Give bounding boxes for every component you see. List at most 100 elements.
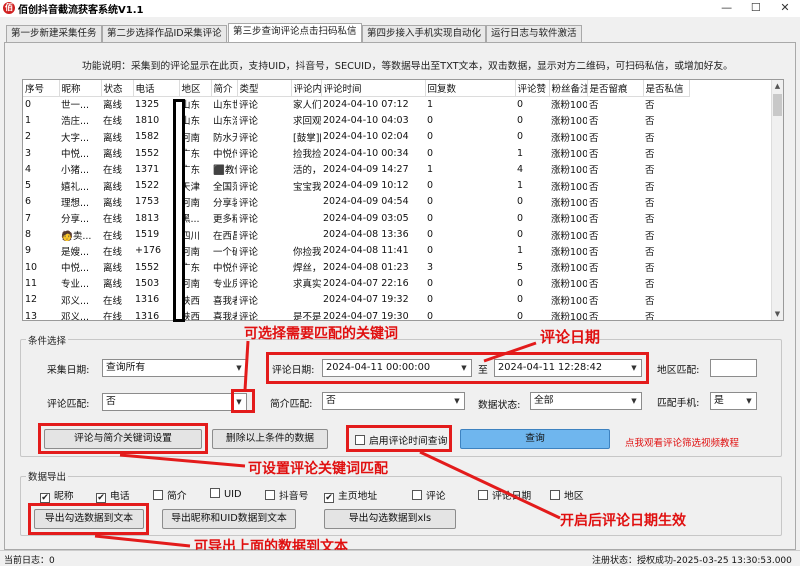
window-title: 佰创抖音截流获客系统V1.1 <box>18 5 144 16</box>
table-row[interactable]: 6理想...离线17535928河南分享装修...评论2024-04-09 04… <box>23 194 773 210</box>
column-header[interactable]: 回复数 <box>425 80 516 97</box>
comments-table[interactable]: 序号昵称状态电话地区简介类型评论内容评论时间回复数评论赞粉丝备注是否留痕是否私信… <box>22 79 784 321</box>
table-cell: 否 <box>589 165 599 177</box>
scroll-up-icon[interactable]: ▲ <box>772 80 783 92</box>
maximize-icon[interactable]: ☐ <box>743 0 769 16</box>
table-row[interactable]: 9是嫂...在线+176339331河南一个破卖...评论你捡我捡，双向奔赴..… <box>23 243 773 259</box>
export-check-phone[interactable]: ✔ 电话 <box>96 488 130 503</box>
table-cell: 1 <box>517 245 524 257</box>
tab-step3[interactable]: 第三步查询评论点击扫码私信 <box>228 23 362 42</box>
column-header[interactable]: 评论内容 <box>291 80 322 97</box>
table-row[interactable]: 4小猪...在线13718189广东⬛教做...评论活的，活的捡[抱抱你]202… <box>23 161 773 177</box>
table-row[interactable]: 8🧑卖...在线15195707四川在西昌从...评论2024-04-08 13… <box>23 226 773 242</box>
annotation-box-export-button <box>28 503 149 535</box>
tab-step2[interactable]: 第二步选择作品ID采集评论 <box>102 25 227 42</box>
phone-prefix: 1316 <box>135 310 160 321</box>
export-check-comment-date[interactable]: 评论日期 <box>478 488 531 502</box>
table-cell: 宝宝我秒回 点了吱... <box>293 181 321 193</box>
table-row[interactable]: 3中悦...离线15522260广东中悦传媒...评论捡我捡我，鲜活乱跳...2… <box>23 145 773 161</box>
column-header[interactable]: 电话 <box>133 80 180 97</box>
column-header[interactable]: 昵称 <box>59 80 102 97</box>
table-cell: 评论 <box>239 181 259 193</box>
status-bar: 当前日志：0 注册状态：授权成功-2025-03-25 13:30:53.000 <box>0 550 800 566</box>
table-cell: 0 <box>427 147 434 159</box>
query-button[interactable]: 查询 <box>460 429 610 449</box>
minimize-icon[interactable]: — <box>714 0 740 16</box>
scroll-down-icon[interactable]: ▼ <box>772 308 783 320</box>
column-header[interactable]: 是否私信 <box>643 80 690 97</box>
column-header[interactable]: 粉丝备注 <box>549 80 588 97</box>
table-cell: 分享装修... <box>213 197 237 209</box>
table-vertical-scrollbar[interactable]: ▲ ▼ <box>771 80 783 320</box>
phone-prefix: 1552 <box>135 261 160 273</box>
column-header[interactable]: 地区 <box>179 80 212 97</box>
column-header[interactable]: 状态 <box>101 80 134 97</box>
table-row[interactable]: 11专业...离线15036295河南专业房屋...评论求真实有效粉丝，我...… <box>23 275 773 291</box>
column-header[interactable]: 类型 <box>237 80 292 97</box>
column-header[interactable]: 评论时间 <box>321 80 426 97</box>
column-header[interactable]: 评论赞 <box>515 80 550 97</box>
table-row[interactable]: 2大字...离线15823409河南防水无忧...评论[鼓掌][鼓掌][鼓掌]2… <box>23 129 773 145</box>
table-cell: 焊丝，捡我回家好吗... <box>293 263 321 275</box>
table-cell: 否 <box>645 181 655 193</box>
table-row[interactable]: 12邓义...在线13165371陕西喜我者，...评论2024-04-07 1… <box>23 292 773 308</box>
table-cell: 分享... <box>61 214 90 226</box>
table-row[interactable]: 0世一...离线13253563山东山东世一...评论家人们建议你们多和...2… <box>23 96 773 112</box>
collect-date-select[interactable]: 查询所有 ▼ <box>102 359 247 377</box>
table-cell: 离线 <box>103 100 123 112</box>
export-check-region[interactable]: 地区 <box>550 488 584 502</box>
table-cell: 4 <box>517 163 524 175</box>
tab-step4[interactable]: 第四步接入手机实现自动化 <box>362 25 487 42</box>
export-check-nickname[interactable]: ✔ 昵称 <box>40 488 74 503</box>
app-logo-icon: 佰 <box>3 2 15 14</box>
export-check-intro[interactable]: 简介 <box>153 488 187 502</box>
table-cell: 否 <box>645 149 655 161</box>
data-state-select[interactable]: 全部 ▼ <box>530 392 642 410</box>
export-xls-button[interactable]: 导出勾选数据到xls <box>324 509 456 529</box>
table-cell: 12 <box>25 294 38 306</box>
phone-match-select[interactable]: 是 ▼ <box>710 392 757 410</box>
table-row[interactable]: 7分享...在线1813834黑...更多精彩...评论2024-04-09 0… <box>23 210 773 226</box>
export-check-uid[interactable]: UID <box>210 488 242 500</box>
table-cell: 1 <box>427 163 434 175</box>
comment-match-select[interactable]: 否 ▼ <box>102 393 247 411</box>
delete-data-button[interactable]: 删除以上条件的数据 <box>212 429 328 449</box>
column-header[interactable]: 简介 <box>211 80 238 97</box>
table-cell: 评论 <box>239 263 259 275</box>
tab-step1[interactable]: 第一步新建采集任务 <box>6 25 102 42</box>
tab-log-activation[interactable]: 运行日志与软件激活 <box>486 25 582 42</box>
table-row[interactable]: 5嬉礼...离线15226190天津全国范围...评论宝宝我秒回 点了吱...2… <box>23 177 773 193</box>
table-cell: 0 <box>427 277 434 289</box>
table-cell: 求真实有效粉丝，我... <box>293 279 321 291</box>
export-check-homepage[interactable]: ✔ 主页地址 <box>324 488 377 503</box>
export-check-comment[interactable]: 评论 <box>412 488 446 502</box>
table-cell: 在线 <box>103 116 123 128</box>
intro-match-select[interactable]: 否 ▼ <box>322 392 465 410</box>
table-cell: 评论 <box>239 295 259 307</box>
table-cell: 2024-04-10 04:03 <box>323 114 409 126</box>
table-cell: 喜我者... <box>213 312 237 321</box>
table-row[interactable]: 1浩庄...在线18105857山东山东浩汶文...评论求回观，必回观。2024… <box>23 112 773 128</box>
table-cell: 涨粉1000 <box>551 295 587 307</box>
table-cell: [鼓掌][鼓掌][鼓掌] <box>293 132 321 144</box>
scroll-thumb[interactable] <box>773 94 782 116</box>
table-cell: 否 <box>589 100 599 112</box>
column-header[interactable]: 序号 <box>23 80 60 97</box>
export-check-douyin-id[interactable]: 抖音号 <box>265 488 308 502</box>
table-cell: 1 <box>517 180 524 192</box>
table-cell: 否 <box>645 279 655 291</box>
table-cell: 离线 <box>103 197 123 209</box>
export-uid-button[interactable]: 导出昵称和UID数据到文本 <box>162 509 296 529</box>
table-row[interactable]: 10中悦...离线15522260广东中悦传媒...评论焊丝，捡我回家好吗...… <box>23 259 773 275</box>
close-icon[interactable]: ✕ <box>772 0 798 16</box>
table-cell: ⬛教做... <box>213 165 237 177</box>
table-cell: 2024-04-09 10:12 <box>323 180 409 192</box>
table-cell: 涨粉1000 <box>551 230 587 242</box>
region-match-input[interactable] <box>710 359 757 377</box>
table-cell: 否 <box>589 279 599 291</box>
table-cell <box>291 210 321 226</box>
table-row[interactable]: 13邓义...在线13165371陕西喜我者...评论是不是真的2024-04-… <box>23 308 773 321</box>
video-tutorial-link[interactable]: 点我观看评论筛选视频教程 <box>625 435 739 449</box>
column-header[interactable]: 是否留痕 <box>587 80 644 97</box>
table-cell: 5 <box>517 261 524 273</box>
